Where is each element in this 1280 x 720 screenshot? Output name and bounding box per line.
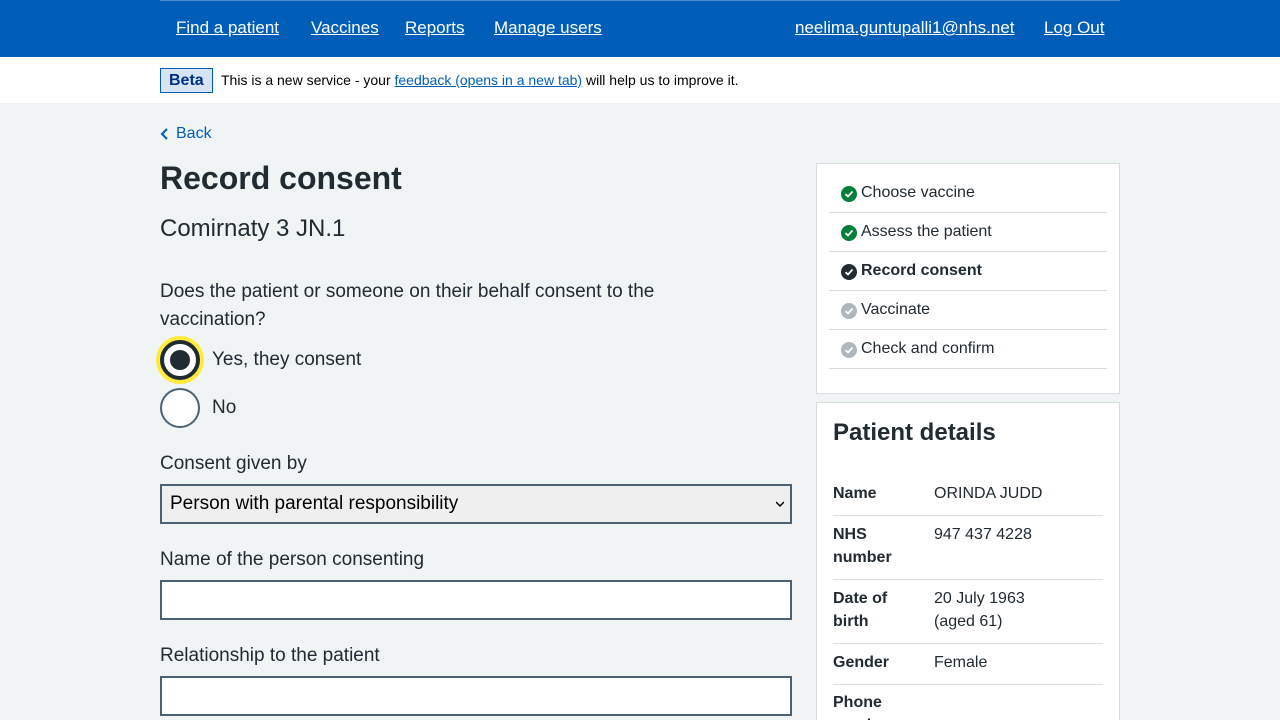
person-name-input[interactable] [160, 580, 792, 620]
check-circle-icon [841, 342, 857, 358]
step-label: Record consent [861, 262, 982, 279]
detail-value: 20 July 1963 (aged 61) [934, 590, 1025, 630]
consent-no-radio[interactable] [160, 388, 200, 428]
nav-user-email[interactable]: neelima.guntupalli1@nhs.net [795, 17, 1015, 39]
patient-details-panel: Patient details Name ORINDA JUDD NHS num… [816, 402, 1120, 720]
chevron-left-icon [160, 128, 168, 140]
detail-value: Female [934, 654, 988, 671]
step-label: Choose vaccine [861, 184, 975, 201]
back-link[interactable]: Back [160, 124, 212, 144]
step-label: Check and confirm [861, 340, 995, 357]
step-vaccinate: Vaccinate [829, 291, 1107, 330]
detail-key: Phone number [833, 694, 892, 720]
nav-find-patient[interactable]: Find a patient [176, 17, 279, 39]
consent-given-by-label: Consent given by [160, 453, 307, 474]
consent-given-by-select[interactable]: Person with parental responsibility [160, 484, 792, 524]
step-check-confirm: Check and confirm [829, 330, 1107, 369]
detail-row-phone-number: Phone number [833, 691, 1103, 720]
consent-yes-radio[interactable] [160, 340, 200, 380]
consent-question: Does the patient or someone on their beh… [160, 281, 655, 330]
check-circle-icon [841, 225, 857, 241]
log-out-link[interactable]: Log Out [1044, 17, 1105, 39]
step-choose-vaccine: Choose vaccine [829, 174, 1107, 213]
detail-key: Gender [833, 654, 890, 671]
page-title: Record consent [160, 160, 402, 196]
check-circle-icon [841, 264, 857, 280]
header-divider [160, 0, 1120, 1]
patient-details-title: Patient details [833, 419, 996, 446]
step-label: Vaccinate [861, 301, 931, 318]
detail-value: 947 437 4228 [934, 526, 1032, 543]
detail-key: NHS number [833, 526, 892, 566]
detail-row-date-of-birth: Date of birth 20 July 1963 (aged 61) [833, 587, 1103, 644]
chevron-down-icon [776, 501, 784, 508]
beta-text-before: This is a new service - your [221, 72, 395, 88]
consent-yes-label[interactable]: Yes, they consent [212, 348, 361, 372]
consent-no-label[interactable]: No [212, 396, 236, 420]
back-label: Back [176, 125, 212, 142]
feedback-link[interactable]: feedback (opens in a new tab) [395, 72, 583, 88]
nav-reports[interactable]: Reports [405, 17, 465, 39]
person-name-label: Name of the person consenting [160, 549, 425, 570]
vaccine-name: Comirnaty 3 JN.1 [160, 215, 346, 242]
nav-vaccines[interactable]: Vaccines [311, 17, 379, 39]
step-record-consent: Record consent [829, 252, 1107, 291]
detail-row-gender: Gender Female [833, 651, 1103, 685]
detail-value: ORINDA JUDD [934, 485, 1043, 502]
beta-message: This is a new service - your feedback (o… [221, 72, 738, 89]
check-circle-icon [841, 303, 857, 319]
relationship-label: Relationship to the patient [160, 645, 380, 666]
progress-steps-panel: Choose vaccine Assess the patient Record… [816, 163, 1120, 394]
detail-row-name: Name ORINDA JUDD [833, 482, 1103, 516]
nav-manage-users[interactable]: Manage users [494, 17, 602, 39]
step-label: Assess the patient [861, 223, 992, 240]
check-circle-icon [841, 186, 857, 202]
radio-selected-dot [170, 350, 190, 370]
step-assess-patient: Assess the patient [829, 213, 1107, 252]
consent-given-by-value: Person with parental responsibility [170, 493, 459, 514]
beta-text-after: will help us to improve it. [582, 72, 739, 88]
beta-tag: Beta [160, 68, 213, 93]
relationship-input[interactable] [160, 676, 792, 716]
detail-key: Date of birth [833, 590, 888, 630]
detail-row-nhs-number: NHS number 947 437 4228 [833, 523, 1103, 580]
detail-key: Name [833, 485, 877, 502]
